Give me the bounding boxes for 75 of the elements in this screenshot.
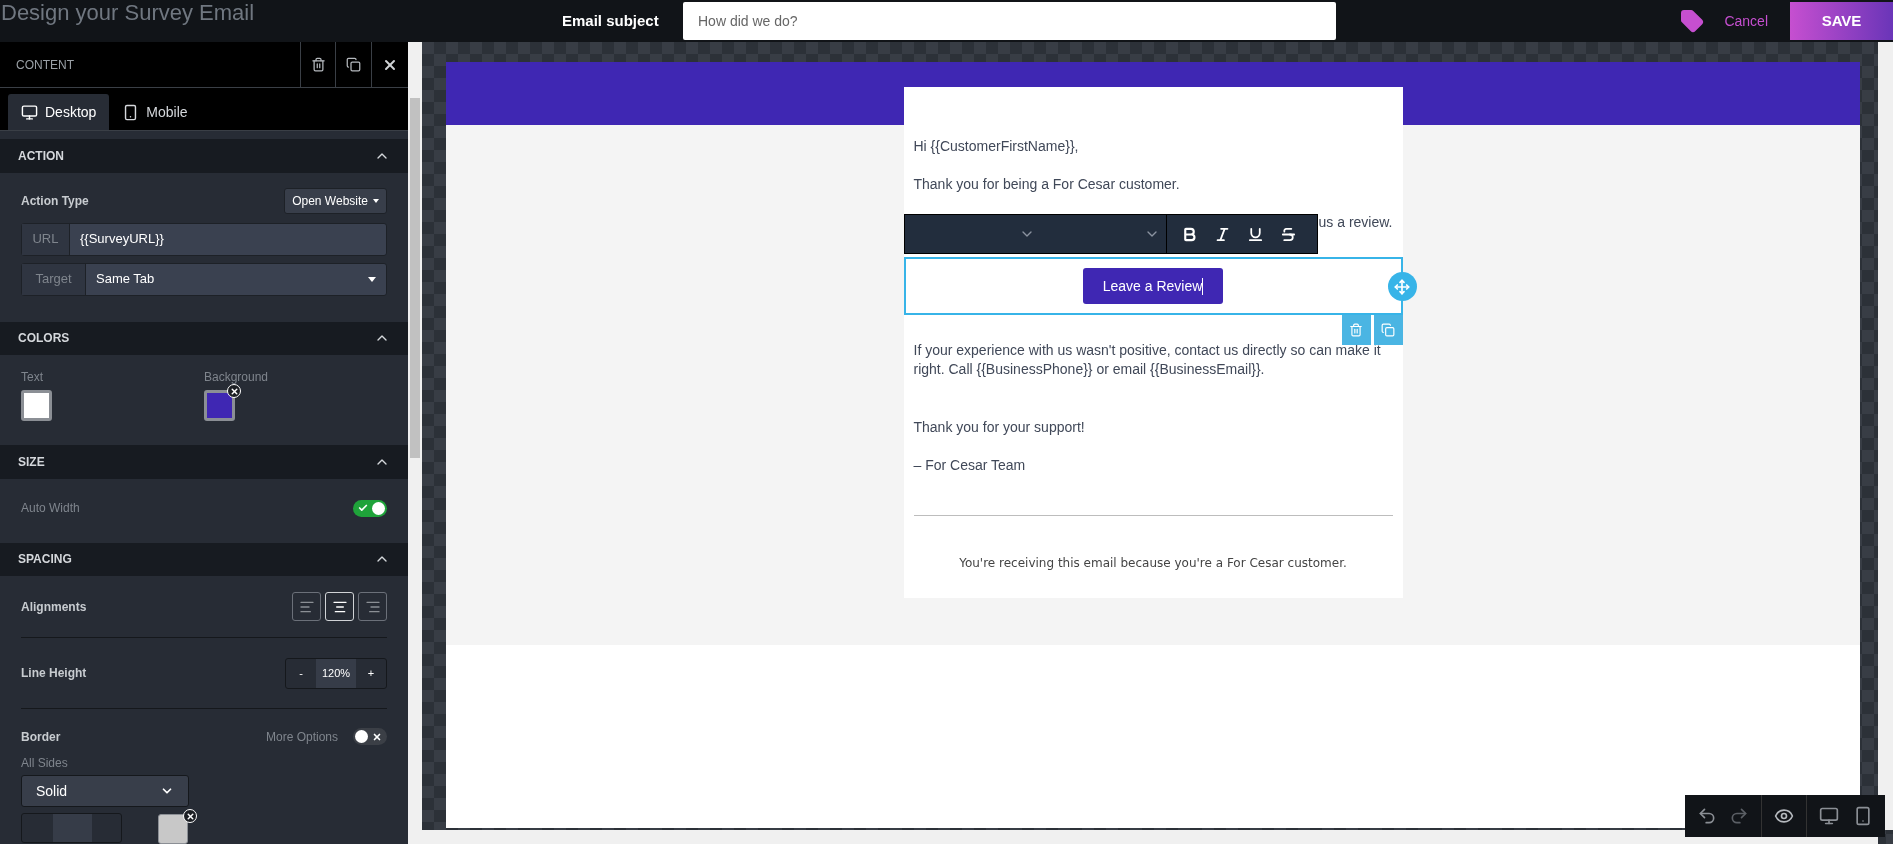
- url-value: {{SurveyURL}}: [79, 230, 164, 249]
- field-label: Alignments: [21, 598, 87, 616]
- move-handle-icon[interactable]: [1387, 272, 1417, 301]
- trash-icon: [1349, 323, 1363, 337]
- body-text: If your experience with us wasn't positive, contact us directly so can make it right. Call {{BusinessPhone}} or email {{BusinessEmail}}.: [912, 341, 1382, 379]
- undo-icon[interactable]: [1697, 806, 1717, 826]
- section-header[interactable]: SIZE: [0, 445, 408, 479]
- footer-text: You're receiving this email because you're a For Cesar customer.: [958, 555, 1348, 572]
- caret-icon: [368, 276, 376, 282]
- page-title: Design your Survey Email: [0, 0, 256, 27]
- panel-title: CONTENT: [15, 56, 75, 74]
- target-dropdown[interactable]: Target Same Tab: [21, 262, 387, 296]
- copy-icon: [1381, 323, 1395, 337]
- copy-icon: [346, 57, 361, 72]
- url-field[interactable]: URL {{SurveyURL}}: [21, 222, 387, 256]
- field-label: Line Height: [21, 665, 87, 682]
- field-label: Action Type: [21, 192, 89, 210]
- scrollbar[interactable]: [408, 42, 422, 844]
- subject-label: Email subject: [562, 10, 660, 31]
- device-tab[interactable]: Mobile: [109, 94, 201, 131]
- signature-text: – For Cesar Team: [912, 456, 1027, 474]
- border-color-swatch[interactable]: [158, 814, 188, 844]
- clear-icon[interactable]: [227, 384, 241, 399]
- color-label: Background: [204, 369, 270, 387]
- move-arrows-icon: [1394, 278, 1410, 295]
- all-sides-label: All Sides: [21, 755, 69, 772]
- section-title: ACTION: [18, 147, 64, 165]
- body-text: Thank you for your support!: [912, 418, 1086, 436]
- preview-icon[interactable]: [1774, 806, 1794, 826]
- section-title: COLORS: [18, 330, 70, 348]
- trash-icon: [310, 57, 326, 72]
- vertical-scrollbar[interactable]: [1878, 42, 1893, 830]
- border-style-select[interactable]: Solid: [21, 775, 189, 807]
- review-button[interactable]: Leave a Review: [1083, 268, 1223, 304]
- section-title: SPACING: [18, 551, 72, 569]
- auto-width-label: Auto Width: [21, 500, 80, 518]
- save-button[interactable]: SAVE: [1790, 2, 1893, 40]
- x-icon: [372, 731, 382, 742]
- monitor-icon: [21, 103, 38, 121]
- body-text: Thank you for being a For Cesar customer.: [912, 175, 1181, 193]
- horizontal-scrollbar[interactable]: [422, 830, 1878, 844]
- redo-icon[interactable]: [1729, 806, 1749, 826]
- more-options-label: More Options: [265, 728, 338, 746]
- color-label: Text: [21, 369, 44, 387]
- mobile-view-icon[interactable]: [1853, 806, 1873, 826]
- color-swatch[interactable]: [21, 390, 52, 422]
- action-type-dropdown[interactable]: Open Website: [284, 187, 387, 214]
- x-icon: [229, 386, 239, 396]
- section-header[interactable]: ACTION: [0, 139, 408, 173]
- decrease-button[interactable]: -: [286, 658, 316, 688]
- device-tab[interactable]: Desktop: [8, 94, 110, 131]
- target-label: Target: [22, 263, 86, 295]
- line-height-value: 120%: [316, 658, 356, 688]
- toggle-switch[interactable]: [353, 728, 387, 745]
- section-header[interactable]: SPACING: [0, 542, 408, 576]
- field-label: Border: [21, 728, 61, 746]
- x-icon: [185, 811, 195, 821]
- toggle-switch[interactable]: [353, 499, 387, 517]
- greeting-text: Hi {{CustomerFirstName}},: [912, 137, 1080, 155]
- section-title: SIZE: [18, 453, 45, 471]
- tag-icon[interactable]: [1680, 9, 1705, 33]
- strikethrough-icon[interactable]: [1279, 225, 1297, 243]
- body-text: us a review.: [1318, 213, 1393, 231]
- subject-field[interactable]: How did we do?: [683, 2, 1336, 40]
- check-icon: [358, 503, 368, 514]
- color-swatch[interactable]: [204, 390, 235, 422]
- increase-button[interactable]: +: [356, 658, 386, 688]
- section-header[interactable]: COLORS: [0, 321, 408, 356]
- desktop-view-icon[interactable]: [1819, 806, 1839, 826]
- cancel-button[interactable]: Cancel: [1724, 10, 1768, 32]
- clear-icon[interactable]: [183, 809, 197, 823]
- underline-icon[interactable]: [1246, 225, 1264, 243]
- line-height-stepper[interactable]: - 120% +: [285, 657, 387, 689]
- url-label: URL: [22, 223, 70, 255]
- target-value: Same Tab: [95, 270, 156, 289]
